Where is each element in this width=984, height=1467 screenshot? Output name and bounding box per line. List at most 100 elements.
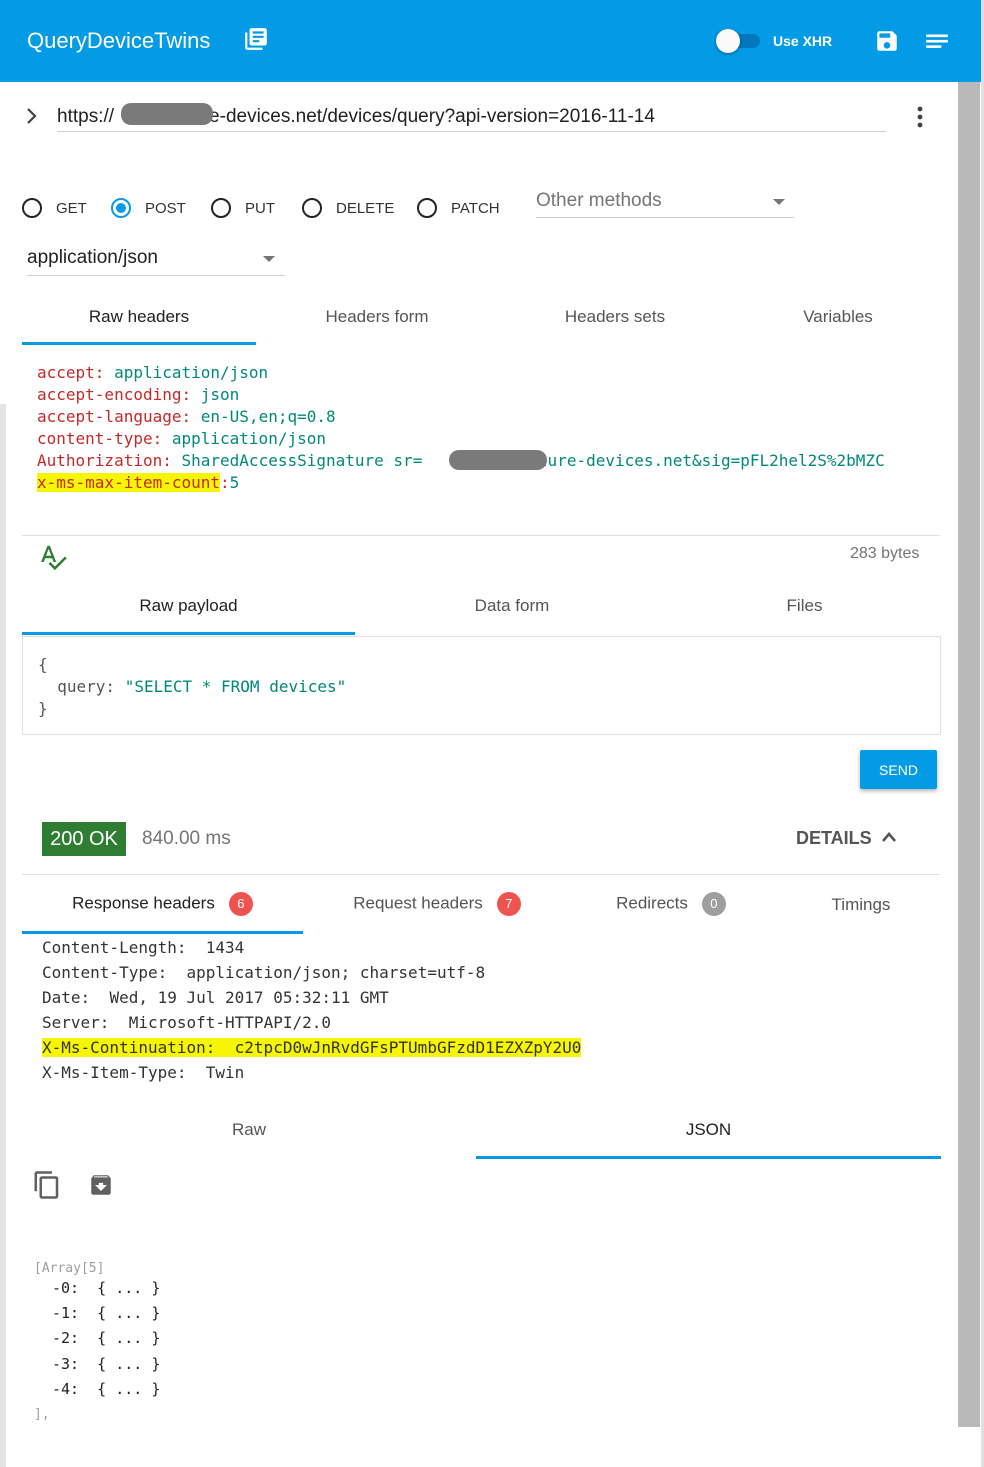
header-key: Authorization — [37, 451, 163, 470]
tab-label: Timings — [831, 895, 891, 914]
redaction-mark — [121, 103, 213, 125]
other-methods-select[interactable]: Other methods — [536, 186, 794, 218]
tab-request-headers[interactable]: Request headers 7 — [303, 892, 571, 916]
response-header-value: Twin — [205, 1063, 245, 1082]
json-item[interactable]: -2: { ... } — [52, 1329, 160, 1347]
sort-menu-icon[interactable] — [924, 30, 950, 52]
json-item[interactable]: -1: { ... } — [52, 1304, 160, 1322]
tab-indicator — [22, 632, 355, 635]
response-header-row-highlighted: X-Ms-Continuation: c2tpcD0wJnRvdGFsPTUmb… — [42, 1038, 582, 1057]
method-radio-get[interactable]: GET — [22, 196, 87, 220]
tab-raw[interactable]: Raw — [22, 1120, 476, 1140]
json-index: -2: — [52, 1329, 80, 1347]
header-key: content-type — [37, 429, 153, 448]
header-line: accept-language: en-US,en;q=0.8 — [37, 407, 336, 426]
method-label-post: POST — [145, 199, 186, 217]
send-button[interactable]: SEND — [860, 750, 937, 789]
tab-redirects[interactable]: Redirects 0 — [571, 892, 771, 916]
method-radio-put[interactable]: PUT — [211, 196, 275, 220]
response-header-value: application/json; charset=utf-8 — [186, 963, 486, 982]
library-books-icon[interactable] — [243, 26, 269, 52]
json-index: -0: — [52, 1279, 80, 1297]
details-toggle[interactable]: DETAILS — [796, 828, 872, 849]
content-type-value: application/json — [27, 247, 158, 268]
response-header-row: X-Ms-Item-Type: Twin — [42, 1063, 244, 1082]
response-header-value: c2tpcD0wJnRvdGFsPTUmbGFzdD1EZXZpY2U0 — [234, 1038, 582, 1057]
tab-json[interactable]: JSON — [476, 1120, 941, 1140]
response-header-key: X-Ms-Continuation: — [42, 1038, 216, 1057]
header-line: accept: application/json — [37, 363, 269, 382]
left-edge — [0, 404, 6, 1467]
response-header-row: Content-Length: 1434 — [42, 938, 244, 957]
redaction-mark — [449, 450, 547, 470]
json-index: -1: — [52, 1304, 80, 1322]
header-value: en-US,en;q=0.8 — [200, 407, 336, 426]
response-header-key: Server: — [42, 1013, 110, 1032]
json-item[interactable]: -3: { ... } — [52, 1355, 160, 1373]
tab-headers-form[interactable]: Headers form — [260, 307, 494, 327]
spellcheck-icon[interactable] — [38, 542, 68, 572]
json-item[interactable]: -0: { ... } — [52, 1279, 160, 1297]
json-array-end: ], — [34, 1407, 50, 1422]
header-key: accept — [37, 363, 95, 382]
header-value: application/json — [114, 363, 269, 382]
raw-headers-editor[interactable]: accept: application/json accept-encoding:… — [37, 362, 941, 494]
payload-line: } — [38, 699, 48, 718]
chevron-right-icon[interactable] — [22, 104, 42, 128]
json-index: -3: — [52, 1355, 80, 1373]
json-index: -4: — [52, 1380, 80, 1398]
header-line: content-type: application/json — [37, 429, 326, 448]
tab-timings[interactable]: Timings — [771, 895, 951, 915]
method-radio-post[interactable]: POST — [111, 196, 186, 220]
radio-circle — [302, 198, 322, 218]
method-radio-patch[interactable]: PATCH — [417, 196, 500, 220]
tab-response-headers[interactable]: Response headers 6 — [22, 892, 303, 916]
method-label-patch: PATCH — [451, 199, 500, 217]
json-array-label: [Array[5] — [34, 1261, 105, 1276]
tab-raw-headers[interactable]: Raw headers — [22, 307, 256, 327]
tab-variables[interactable]: Variables — [736, 307, 940, 327]
header-key-highlighted: x-ms-max-item-count — [37, 473, 221, 492]
radio-circle — [22, 198, 42, 218]
header-key: accept-language — [37, 407, 182, 426]
use-xhr-toggle[interactable] — [716, 29, 762, 53]
radio-circle — [417, 198, 437, 218]
radio-circle — [111, 198, 131, 218]
divider — [22, 874, 940, 875]
tab-raw-payload[interactable]: Raw payload — [22, 596, 355, 616]
json-collapsed: { ... } — [97, 1304, 161, 1322]
method-radio-delete[interactable]: DELETE — [302, 196, 394, 220]
tab-data-form[interactable]: Data form — [355, 596, 669, 616]
dropdown-arrow-icon — [773, 199, 785, 205]
tab-indicator — [22, 931, 303, 934]
response-header-row: Server: Microsoft-HTTPAPI/2.0 — [42, 1013, 331, 1032]
count-badge: 7 — [496, 892, 521, 916]
tab-files[interactable]: Files — [669, 596, 940, 616]
archive-icon[interactable] — [88, 1172, 114, 1198]
status-badge: 200 OK — [42, 822, 126, 856]
response-header-value: Microsoft-HTTPAPI/2.0 — [128, 1013, 331, 1032]
header-line: accept-encoding: json — [37, 385, 240, 404]
json-collapsed: { ... } — [97, 1355, 161, 1373]
payload-line: { — [38, 655, 48, 674]
payload-editor[interactable]: { query: "SELECT * FROM devices" } — [22, 636, 941, 735]
content-type-select[interactable]: application/json — [27, 243, 285, 276]
use-xhr-label: Use XHR — [773, 33, 833, 49]
response-time: 840.00 ms — [142, 828, 231, 849]
response-header-value: Wed, 19 Jul 2017 05:32:11 GMT — [109, 988, 389, 1007]
method-label-get: GET — [56, 199, 87, 217]
chevron-up-icon[interactable] — [880, 830, 898, 844]
method-label-delete: DELETE — [336, 199, 395, 217]
json-item[interactable]: -4: { ... } — [52, 1380, 160, 1398]
tab-label: Response headers — [72, 893, 215, 913]
copy-icon[interactable] — [32, 1170, 62, 1200]
more-vert-icon[interactable] — [910, 104, 930, 130]
toggle-thumb — [716, 29, 740, 53]
tab-label: Request headers — [353, 893, 483, 913]
header-key: accept-encoding — [37, 385, 182, 404]
save-icon[interactable] — [874, 28, 900, 54]
scrollbar[interactable] — [958, 82, 980, 1427]
tab-headers-sets[interactable]: Headers sets — [498, 307, 732, 327]
dropdown-arrow-icon — [263, 256, 275, 262]
response-header-key: X-Ms-Item-Type: — [42, 1063, 187, 1082]
